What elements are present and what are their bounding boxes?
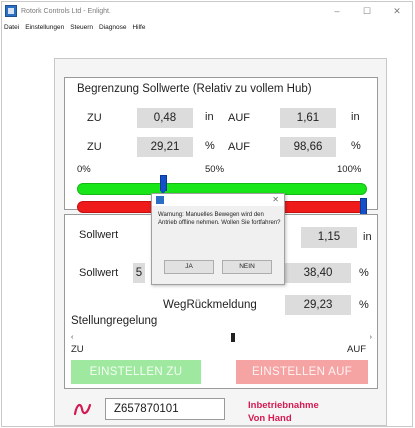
- setpoint-pct-field[interactable]: 38,40: [285, 263, 351, 283]
- setpoint-pct-label: Sollwert: [79, 267, 119, 279]
- menu-diagnose[interactable]: Diagnose: [99, 24, 126, 31]
- position-scroll-thumb[interactable]: [231, 333, 235, 342]
- scale-min-label: 0%: [77, 164, 91, 175]
- open-limit-in-field[interactable]: 1,61: [280, 108, 336, 128]
- set-open-button[interactable]: EINSTELLEN AUF: [236, 360, 368, 384]
- close-limit-in-field[interactable]: 0,48: [137, 108, 193, 128]
- set-close-button[interactable]: EINSTELLEN ZU: [71, 360, 201, 384]
- setpoint-label: Sollwert: [79, 229, 119, 241]
- menu-bar: Datei Einstellungen Steuern Diagnose Hil…: [2, 20, 412, 34]
- close-limit-pct-field[interactable]: 29,21: [137, 137, 193, 157]
- setpoint-pct-field-partial[interactable]: 5: [133, 263, 145, 283]
- warning-dialog: ✕ Warnung: Manuelles Bewegen wird den An…: [151, 193, 285, 285]
- limits-panel: Begrenzung Sollwerte (Relativ zu vollem …: [64, 77, 378, 218]
- feedback-field: 29,23: [285, 295, 351, 315]
- limits-panel-title: Begrenzung Sollwerte (Relativ zu vollem …: [77, 83, 312, 95]
- menu-datei[interactable]: Datei: [4, 24, 19, 31]
- feedback-unit: %: [359, 299, 369, 311]
- position-control-label: Stellungregelung: [71, 315, 158, 327]
- open-limit-pct-unit: %: [351, 140, 361, 152]
- app-icon: [5, 5, 17, 17]
- scroll-auf-label: AUF: [347, 344, 366, 355]
- dialog-no-button[interactable]: NEIN: [222, 260, 272, 274]
- open-limit-slider-thumb[interactable]: [360, 198, 367, 218]
- menu-hilfe[interactable]: Hilfe: [132, 24, 145, 31]
- close-limit-slider-thumb[interactable]: [160, 175, 167, 195]
- dialog-titlebar: ✕: [152, 194, 284, 206]
- minimize-button[interactable]: –: [322, 2, 352, 20]
- maximize-button[interactable]: ☐: [352, 2, 382, 20]
- scale-max-label: 100%: [337, 164, 362, 175]
- menu-einstellungen[interactable]: Einstellungen: [25, 24, 64, 31]
- open-limit-pct-field[interactable]: 98,66: [280, 137, 336, 157]
- window-controls: – ☐ ✕: [322, 2, 412, 20]
- status-line-1: Inbetriebnahme: [248, 400, 319, 411]
- position-control-scrollbar[interactable]: ‹ ›: [71, 333, 372, 342]
- feedback-label: WegRückmeldung: [163, 299, 257, 311]
- open-limit-in-unit: in: [351, 111, 360, 123]
- menu-steuern[interactable]: Steuern: [70, 24, 93, 31]
- scale-mid-label: 50%: [205, 164, 225, 175]
- scroll-right-arrow-icon[interactable]: ›: [370, 333, 372, 342]
- close-limit-label: ZU: [87, 112, 102, 124]
- setpoint-in-field[interactable]: 1,15: [301, 227, 357, 248]
- window-title: Rotork Controls Ltd - Enlight.: [21, 7, 111, 15]
- setpoint-pct-unit: %: [359, 267, 369, 279]
- dialog-app-icon: [156, 196, 164, 204]
- title-bar: Rotork Controls Ltd - Enlight. – ☐ ✕: [2, 2, 412, 20]
- close-limit-in-unit: in: [205, 111, 214, 123]
- close-limit-pct-label: ZU: [87, 141, 102, 153]
- close-button[interactable]: ✕: [382, 2, 412, 20]
- status-line-2: Von Hand: [248, 413, 292, 424]
- footer: Z657870101 Inbetriebnahme Von Hand: [55, 395, 386, 425]
- dialog-message: Warnung: Manuelles Bewegen wird den Antr…: [158, 212, 281, 226]
- close-limit-pct-unit: %: [205, 140, 215, 152]
- status-text: Inbetriebnahme Von Hand: [248, 399, 319, 425]
- serial-number-field: Z657870101: [105, 398, 225, 420]
- dialog-yes-button[interactable]: JA: [164, 260, 214, 274]
- dialog-close-icon[interactable]: ✕: [272, 194, 279, 206]
- open-limit-label: AUF: [228, 112, 250, 124]
- open-limit-pct-label: AUF: [228, 141, 250, 153]
- scroll-zu-label: ZU: [71, 344, 84, 355]
- rotork-logo-icon: [73, 403, 92, 416]
- scroll-left-arrow-icon[interactable]: ‹: [71, 333, 73, 342]
- setpoint-in-unit: in: [363, 231, 372, 243]
